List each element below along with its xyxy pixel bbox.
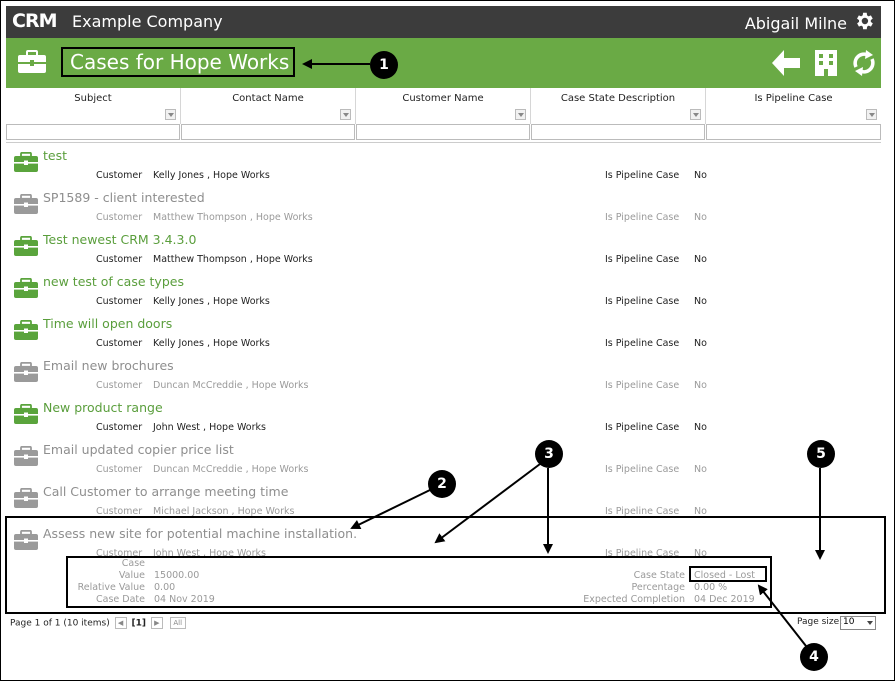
all-pages-button[interactable]: All — [169, 617, 186, 629]
annotation-marker-1: 1 — [370, 51, 398, 79]
annotation-marker-4: 4 — [800, 643, 828, 671]
pager: Page 1 of 1 (10 items) ◀ [1] ▶ All — [10, 617, 188, 629]
annotation-arrows — [302, 59, 825, 647]
prev-page-button[interactable]: ◀ — [114, 617, 127, 629]
page-size-select[interactable]: 10 — [840, 616, 876, 630]
annotation-marker-3: 3 — [535, 440, 563, 468]
annotation-marker-2: 2 — [428, 470, 456, 498]
pager-current-page[interactable]: [1] — [131, 619, 146, 629]
annotation-marker-5: 5 — [807, 440, 835, 468]
page-size-label: Page size: — [797, 617, 843, 627]
pager-summary: Page 1 of 1 (10 items) — [10, 618, 110, 629]
next-page-button[interactable]: ▶ — [150, 617, 163, 629]
